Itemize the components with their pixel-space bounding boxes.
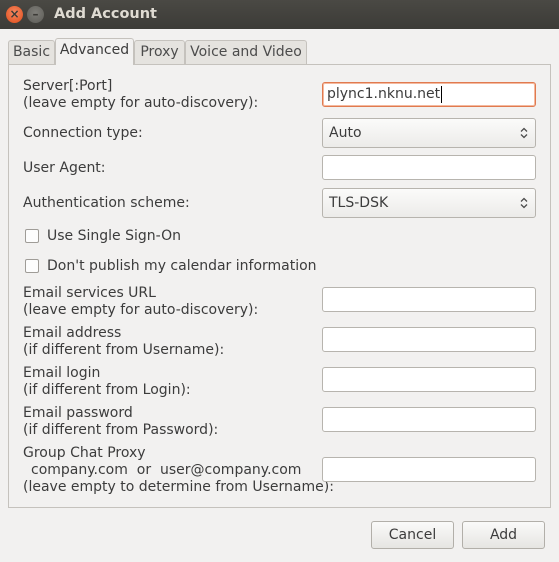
group-chat-proxy-hint-label: (leave empty to determine from Username)… <box>23 479 334 495</box>
server-label: Server[:Port] <box>23 78 113 94</box>
email-services-url-hint-label: (leave empty for auto-discovery): <box>23 302 259 318</box>
tab-advanced[interactable]: Advanced <box>55 38 134 65</box>
cancel-button[interactable]: Cancel <box>371 521 454 549</box>
authentication-scheme-select[interactable]: TLS-DSK <box>322 188 536 218</box>
tab-voice-and-video[interactable]: Voice and Video <box>185 40 307 64</box>
tab-proxy[interactable]: Proxy <box>134 40 185 64</box>
connection-type-label: Connection type: <box>23 125 143 141</box>
advanced-panel: Server[:Port] (leave empty for auto-disc… <box>8 64 551 508</box>
single-sign-on-label[interactable]: Use Single Sign-On <box>47 226 181 246</box>
server-hint-label: (leave empty for auto-discovery): <box>23 95 259 111</box>
authentication-scheme-label: Authentication scheme: <box>23 195 190 211</box>
connection-type-select[interactable]: Auto <box>322 118 536 148</box>
text-caret <box>441 85 443 103</box>
email-services-url-input[interactable] <box>322 287 536 312</box>
email-password-label: Email password <box>23 405 133 421</box>
add-button[interactable]: Add <box>462 521 545 549</box>
title-bar: × – Add Account <box>0 0 559 29</box>
server-input[interactable]: plync1.nknu.net <box>322 82 536 107</box>
connection-type-value: Auto <box>329 125 362 141</box>
email-login-hint-label: (if different from Login): <box>23 382 191 398</box>
authentication-scheme-value: TLS-DSK <box>329 195 389 211</box>
user-agent-input[interactable] <box>322 155 536 180</box>
user-agent-label: User Agent: <box>23 160 106 176</box>
email-password-hint-label: (if different from Password): <box>23 422 219 438</box>
minimize-icon[interactable]: – <box>27 6 44 23</box>
tab-basic[interactable]: Basic <box>8 40 55 64</box>
single-sign-on-checkbox[interactable] <box>25 229 39 243</box>
group-chat-proxy-label: Group Chat Proxy <box>23 445 146 461</box>
up-down-arrows-icon <box>520 197 528 209</box>
server-input-value: plync1.nknu.net <box>327 86 441 102</box>
email-address-input[interactable] <box>322 327 536 352</box>
dont-publish-calendar-checkbox[interactable] <box>25 259 39 273</box>
email-address-label: Email address <box>23 325 122 341</box>
group-chat-proxy-input[interactable] <box>322 457 536 482</box>
dont-publish-calendar-label[interactable]: Don't publish my calendar information <box>47 256 317 276</box>
email-password-input[interactable] <box>322 407 536 432</box>
email-login-label: Email login <box>23 365 101 381</box>
up-down-arrows-icon <box>520 127 528 139</box>
email-address-hint-label: (if different from Username): <box>23 342 225 358</box>
group-chat-proxy-example-label: company.com or user@company.com <box>31 462 302 478</box>
email-services-url-label: Email services URL <box>23 285 156 301</box>
email-login-input[interactable] <box>322 367 536 392</box>
window-title: Add Account <box>54 6 157 22</box>
close-icon[interactable]: × <box>6 6 23 23</box>
